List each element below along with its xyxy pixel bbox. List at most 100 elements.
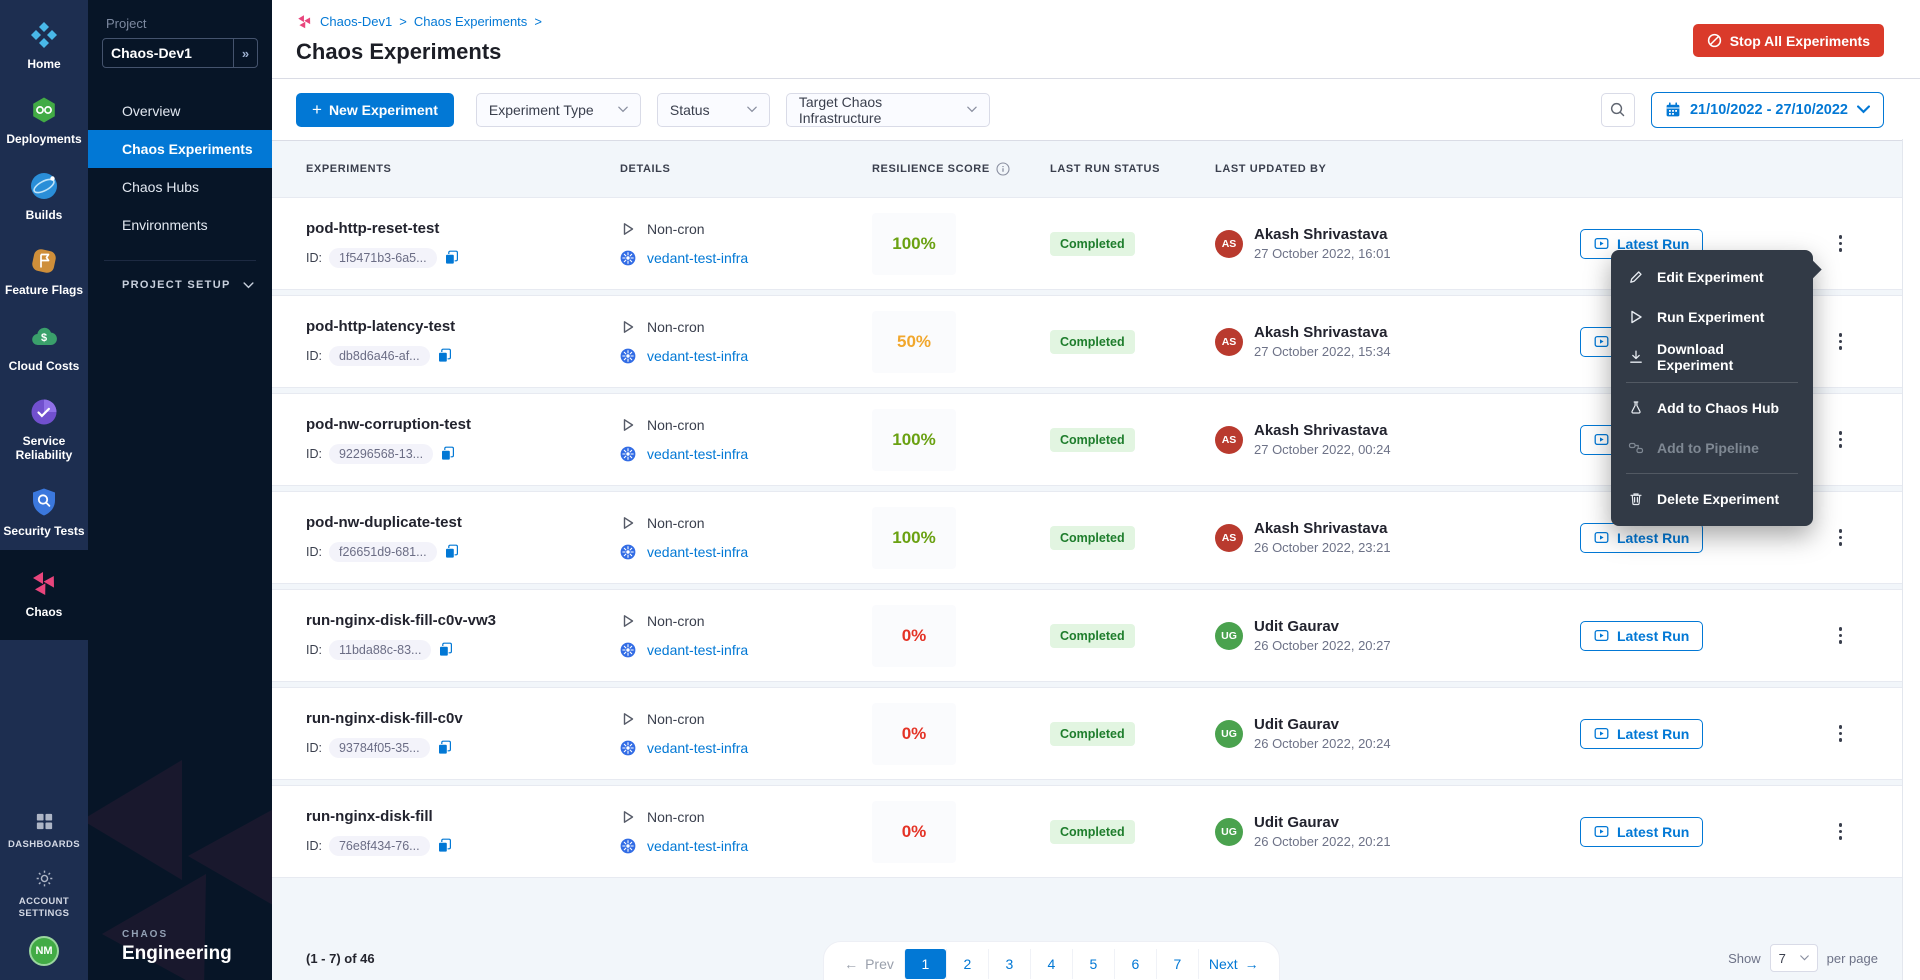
experiment-name[interactable]: run-nginx-disk-fill (306, 808, 620, 825)
menu-divider (1626, 382, 1798, 383)
project-name: Chaos-Dev1 (103, 45, 233, 61)
nav-deployments[interactable]: Deployments (0, 83, 88, 158)
latest-run-button[interactable]: Latest Run (1580, 817, 1703, 847)
page-size-select[interactable]: 7 (1770, 944, 1818, 972)
experiment-id: 93784f05-35... (329, 738, 430, 758)
experiment-name[interactable]: pod-nw-duplicate-test (306, 514, 620, 531)
infrastructure-link[interactable]: vedant-test-infra (647, 250, 748, 266)
page-button[interactable]: 5 (1072, 949, 1114, 979)
search-button[interactable] (1601, 93, 1635, 127)
date-range-picker[interactable]: 21/10/2022 - 27/10/2022 (1651, 92, 1884, 128)
copy-id-button[interactable] (438, 642, 453, 657)
row-menu-button[interactable] (1833, 523, 1849, 552)
project-selector[interactable]: Chaos-Dev1 » (102, 38, 258, 68)
score-cell: 100% (872, 409, 1050, 471)
row-menu-button[interactable] (1833, 621, 1849, 650)
page-button[interactable]: 4 (1030, 949, 1072, 979)
sidebar-item-chaos-hubs[interactable]: Chaos Hubs (88, 168, 272, 206)
user-avatar[interactable]: NM (29, 936, 59, 966)
row-menu-button[interactable] (1833, 425, 1849, 454)
experiment-type-filter[interactable]: Experiment Type (476, 93, 641, 127)
latest-run-button[interactable]: Latest Run (1580, 719, 1703, 749)
copy-id-button[interactable] (437, 740, 452, 755)
score-cell: 0% (872, 801, 1050, 863)
id-label: ID: (306, 839, 322, 853)
chevron-down-icon (747, 106, 757, 113)
copy-id-button[interactable] (437, 348, 452, 363)
menu-item-download-experiment[interactable]: Download Experiment (1611, 337, 1813, 377)
menu-item-edit-experiment[interactable]: Edit Experiment (1611, 257, 1813, 297)
page-button[interactable]: 3 (988, 949, 1030, 979)
latest-run-button[interactable]: Latest Run (1580, 621, 1703, 651)
page-button[interactable]: 2 (946, 949, 988, 979)
info-icon[interactable] (996, 162, 1010, 176)
nav-dashboards[interactable]: DASHBOARDS (0, 802, 88, 859)
search-icon (1609, 101, 1626, 118)
nav-cloud-costs[interactable]: $ Cloud Costs (0, 310, 88, 385)
stop-all-experiments-button[interactable]: Stop All Experiments (1693, 24, 1884, 57)
page-button[interactable]: 1 (904, 949, 946, 979)
nav-feature-flags[interactable]: Feature Flags (0, 234, 88, 309)
infrastructure-link[interactable]: vedant-test-infra (647, 544, 748, 560)
breadcrumb-page[interactable]: Chaos Experiments (414, 14, 527, 29)
experiment-name[interactable]: pod-http-reset-test (306, 220, 620, 237)
updated-date: 26 October 2022, 20:24 (1254, 736, 1391, 751)
sidebar-item-environments[interactable]: Environments (88, 206, 272, 244)
row-menu-button[interactable] (1833, 229, 1849, 258)
experiment-id: f26651d9-681... (329, 542, 437, 562)
feature-flags-icon (29, 246, 59, 276)
experiment-name[interactable]: pod-nw-corruption-test (306, 416, 620, 433)
score-cell: 100% (872, 507, 1050, 569)
menu-item-run-experiment[interactable]: Run Experiment (1611, 297, 1813, 337)
nav-account-settings[interactable]: ACCOUNT SETTINGS (0, 859, 88, 928)
row-menu-button[interactable] (1833, 817, 1849, 846)
project-setup-toggle[interactable]: PROJECT SETUP (122, 279, 254, 291)
download-icon (1628, 349, 1644, 365)
breadcrumb-project[interactable]: Chaos-Dev1 (320, 14, 392, 29)
infrastructure-link[interactable]: vedant-test-infra (647, 838, 748, 854)
experiment-name[interactable]: run-nginx-disk-fill-c0v-vw3 (306, 612, 620, 629)
experiment-name[interactable]: run-nginx-disk-fill-c0v (306, 710, 620, 727)
sidebar-item-overview[interactable]: Overview (88, 92, 272, 130)
nav-security-tests[interactable]: Security Tests (0, 475, 88, 550)
status-filter[interactable]: Status (657, 93, 770, 127)
play-outline-icon (620, 221, 636, 237)
copy-icon (444, 544, 459, 559)
row-menu-button[interactable] (1833, 327, 1849, 356)
experiment-id-line: ID: 76e8f434-76... (306, 836, 620, 856)
prev-page-button[interactable]: ← Prev (834, 949, 904, 979)
project-expand-icon[interactable]: » (233, 39, 257, 67)
copy-id-button[interactable] (437, 838, 452, 853)
next-page-button[interactable]: Next → (1198, 949, 1269, 979)
nav-home[interactable]: Home (0, 8, 88, 83)
page-button[interactable]: 6 (1114, 949, 1156, 979)
copy-id-button[interactable] (440, 446, 455, 461)
status-badge: Completed (1050, 330, 1135, 354)
menu-item-delete-experiment[interactable]: Delete Experiment (1611, 479, 1813, 519)
infrastructure-link[interactable]: vedant-test-infra (647, 446, 748, 462)
scrollbar-track[interactable] (1902, 139, 1920, 980)
infrastructure-link[interactable]: vedant-test-infra (647, 642, 748, 658)
nav-builds[interactable]: Builds (0, 159, 88, 234)
nav-service-reliability[interactable]: Service Reliability (0, 385, 88, 475)
experiment-id-line: ID: 92296568-13... (306, 444, 620, 464)
latest-run-button[interactable]: Latest Run (1580, 523, 1703, 553)
schedule-type: Non-cron (647, 417, 705, 433)
nav-chaos[interactable]: Chaos (0, 550, 88, 639)
sidebar-item-chaos-experiments[interactable]: Chaos Experiments (88, 130, 272, 168)
menu-item-add-to-pipeline[interactable]: Add to Pipeline (1611, 428, 1813, 468)
infrastructure-link[interactable]: vedant-test-infra (647, 740, 748, 756)
target-infrastructure-filter[interactable]: Target Chaos Infrastructure (786, 93, 990, 127)
experiment-name[interactable]: pod-http-latency-test (306, 318, 620, 335)
menu-item-add-to-chaos-hub[interactable]: Add to Chaos Hub (1611, 388, 1813, 428)
infrastructure-link[interactable]: vedant-test-infra (647, 348, 748, 364)
experiment-cell: pod-nw-duplicate-test ID: f26651d9-681..… (306, 514, 620, 562)
schedule-type: Non-cron (647, 711, 705, 727)
copy-id-button[interactable] (444, 544, 459, 559)
new-experiment-button[interactable]: + New Experiment (296, 93, 454, 127)
chaos-hub-icon (1628, 400, 1644, 416)
schedule-type: Non-cron (647, 221, 705, 237)
page-button[interactable]: 7 (1156, 949, 1198, 979)
copy-id-button[interactable] (444, 250, 459, 265)
row-menu-button[interactable] (1833, 719, 1849, 748)
